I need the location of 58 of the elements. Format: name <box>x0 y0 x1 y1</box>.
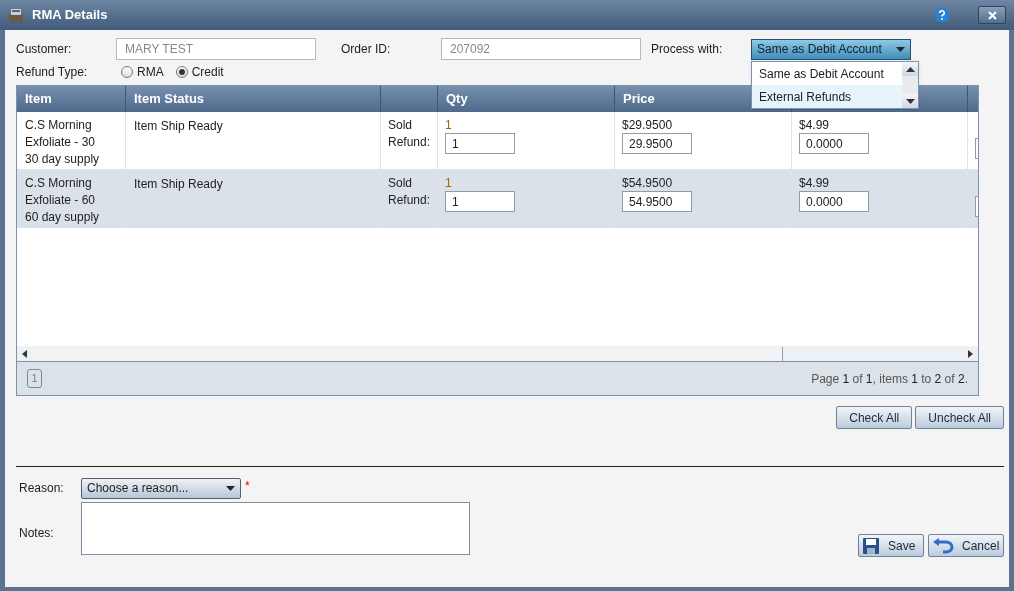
page-summary: Page 1 of 1, items 1 to 2 of 2. <box>811 370 968 388</box>
required-mark: * <box>245 478 250 495</box>
amount-refund-field[interactable]: 0.0000 <box>799 191 869 212</box>
refund-type-radio[interactable]: RMA <box>121 63 164 81</box>
amount-value: $4.99 <box>799 176 830 190</box>
refund-label: Refund: <box>388 192 432 209</box>
caret-icon <box>226 485 235 491</box>
uncheck-all-button[interactable]: Uncheck All <box>915 406 1004 429</box>
item-description: 60 day supply <box>25 209 101 226</box>
refund-label: Refund: <box>388 134 432 151</box>
item-description: 30 day supply <box>25 151 101 168</box>
scroll-up-icon[interactable] <box>905 66 915 72</box>
item-status: Item Ship Ready <box>134 119 223 133</box>
undo-icon <box>932 537 954 554</box>
amount-refund-field[interactable]: 0.0000 <box>799 133 869 154</box>
process-option[interactable]: Same as Debit Account <box>752 62 902 85</box>
price-refund-field[interactable]: 29.9500 <box>622 133 692 154</box>
sold-label: Sold <box>388 175 414 192</box>
cancel-button[interactable]: Cancel <box>928 534 1004 557</box>
scroll-down-icon[interactable] <box>905 98 915 104</box>
save-button[interactable]: Save <box>858 534 924 557</box>
item-name: C.S Morning Exfoliate - 30 <box>25 117 97 151</box>
vertical-scrollbar[interactable] <box>902 62 918 108</box>
qty-value: 1 <box>445 176 452 190</box>
sold-label: Sold <box>388 117 414 134</box>
order-id-label: Order ID: <box>341 41 392 58</box>
help-icon[interactable] <box>934 7 950 23</box>
process-with-label: Process with: <box>651 41 724 58</box>
qty-refund-field[interactable]: 1 <box>445 133 515 154</box>
reason-dropdown[interactable]: Choose a reason... <box>81 477 241 499</box>
customer-label: Customer: <box>16 41 73 58</box>
item-status: Item Ship Ready <box>134 177 223 191</box>
qty-value: 1 <box>445 118 452 132</box>
order-id-field[interactable]: 207092 <box>441 38 641 60</box>
qty-refund-field[interactable]: 1 <box>445 191 515 212</box>
horizontal-scrollbar[interactable] <box>17 346 978 362</box>
price-refund-field[interactable]: 54.9500 <box>622 191 692 212</box>
save-icon <box>862 537 880 554</box>
notes-label: Notes: <box>18 525 55 542</box>
check-all-button[interactable]: Check All <box>836 406 913 429</box>
amount-value: $4.99 <box>799 118 830 132</box>
notes-field[interactable] <box>81 502 470 555</box>
refund-type-label: Refund Type: <box>16 64 89 81</box>
cash-register-icon <box>8 7 24 23</box>
close-button[interactable] <box>978 6 1006 24</box>
price-value: $29.9500 <box>622 118 673 132</box>
process-option[interactable]: External Refunds <box>752 85 902 108</box>
refund-type-radio[interactable]: Credit <box>175 63 224 81</box>
grid-row[interactable]: C.S Morning Exfoliate - 30 30 day supply Item Ship Ready Sold Refund: 1 1 $29.9500 29.9500 $4.99 0.0000 <box>17 112 978 170</box>
close-icon <box>987 10 997 20</box>
price-value: $54.9500 <box>622 176 673 190</box>
window-title: RMA Details <box>32 6 108 25</box>
grid-row[interactable]: C.S Morning Exfoliate - 60 60 day supply Item Ship Ready Sold Refund: 1 1 $54.9500 54.9500 $4.99 0.0000 <box>17 170 978 228</box>
process-dropdown[interactable]: Same as Debit Account <box>751 38 911 60</box>
item-name: C.S Morning Exfoliate - 60 <box>25 175 97 209</box>
reason-label: Reason: <box>18 480 65 497</box>
caret-icon <box>896 46 905 52</box>
customer-field[interactable]: MARY TEST <box>116 38 316 60</box>
